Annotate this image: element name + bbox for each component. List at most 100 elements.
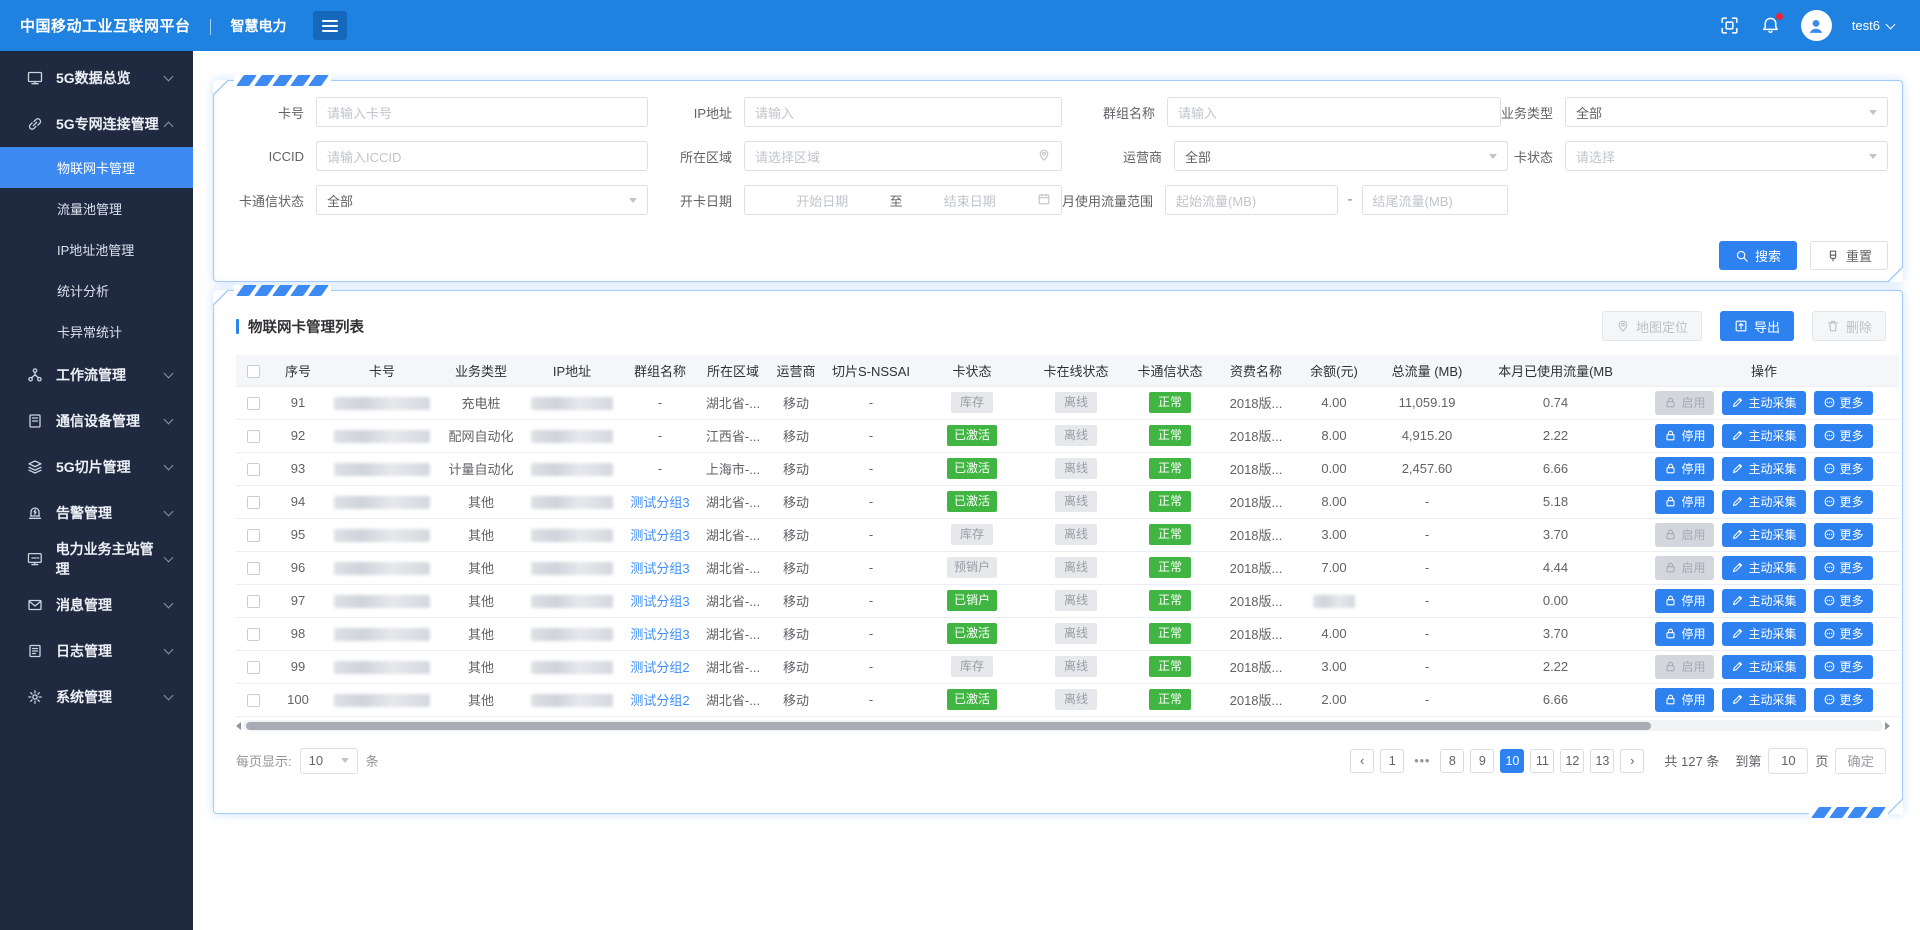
- row-checkbox[interactable]: [247, 562, 260, 575]
- prev-page-button[interactable]: ‹: [1350, 749, 1374, 773]
- sidebar-item-statistics-analysis[interactable]: 统计分析: [0, 270, 193, 311]
- collect-button[interactable]: 主动采集: [1722, 457, 1805, 481]
- region-input[interactable]: 请选择区域: [744, 141, 1062, 171]
- page-button-10[interactable]: 10: [1500, 749, 1524, 773]
- more-button[interactable]: 更多: [1814, 655, 1873, 679]
- toggle-enable-button[interactable]: 启用: [1655, 523, 1714, 547]
- page-button-8[interactable]: 8: [1440, 749, 1464, 773]
- jump-confirm-button[interactable]: 确定: [1835, 748, 1886, 774]
- ip-address-input[interactable]: 请输入: [744, 97, 1062, 127]
- scroll-right-arrow[interactable]: [1885, 722, 1890, 730]
- group-link[interactable]: 测试分组3: [630, 495, 689, 510]
- collect-button[interactable]: 主动采集: [1722, 655, 1805, 679]
- reset-button[interactable]: 重置: [1810, 241, 1888, 270]
- row-checkbox[interactable]: [247, 628, 260, 641]
- collect-button[interactable]: 主动采集: [1722, 622, 1805, 646]
- collect-button[interactable]: 主动采集: [1722, 589, 1805, 613]
- sidebar-item-5g-slice-mgmt[interactable]: 5G切片管理: [0, 444, 193, 490]
- row-checkbox[interactable]: [247, 496, 260, 509]
- group-link[interactable]: 测试分组3: [630, 561, 689, 576]
- group-link[interactable]: 测试分组3: [630, 528, 689, 543]
- next-page-button[interactable]: ›: [1620, 749, 1644, 773]
- export-button[interactable]: 导出: [1720, 311, 1794, 341]
- more-button[interactable]: 更多: [1814, 523, 1873, 547]
- delete-button[interactable]: 删除: [1812, 311, 1886, 341]
- row-checkbox[interactable]: [247, 430, 260, 443]
- more-button[interactable]: 更多: [1814, 457, 1873, 481]
- scrollbar-thumb[interactable]: [246, 722, 1651, 730]
- sidebar-item-system-mgmt[interactable]: 系统管理: [0, 674, 193, 720]
- more-button[interactable]: 更多: [1814, 622, 1873, 646]
- search-button[interactable]: 搜索: [1719, 241, 1797, 270]
- more-button[interactable]: 更多: [1814, 556, 1873, 580]
- page-button-1[interactable]: 1: [1380, 749, 1404, 773]
- collect-button[interactable]: 主动采集: [1722, 556, 1805, 580]
- group-link[interactable]: 测试分组3: [630, 627, 689, 642]
- card-no-input[interactable]: 请输入卡号: [316, 97, 648, 127]
- iccid-input[interactable]: 请输入ICCID: [316, 141, 648, 171]
- toggle-enable-button[interactable]: 停用: [1655, 622, 1714, 646]
- activation-date-daterange[interactable]: 开始日期至结束日期: [744, 185, 1062, 215]
- sidebar-item-ip-pool-mgmt[interactable]: IP地址池管理: [0, 229, 193, 270]
- fullscreen-icon[interactable]: [1719, 15, 1740, 36]
- more-button[interactable]: 更多: [1814, 490, 1873, 514]
- monthly-usage-range-start-input[interactable]: 起始流量(MB): [1165, 185, 1338, 215]
- user-menu[interactable]: test6: [1852, 18, 1894, 33]
- more-button[interactable]: 更多: [1814, 391, 1873, 415]
- collect-button[interactable]: 主动采集: [1722, 688, 1805, 712]
- sidebar-item-workflow-mgmt[interactable]: 工作流管理: [0, 352, 193, 398]
- more-pages-button[interactable]: •••: [1410, 749, 1434, 773]
- sidebar-item-power-master-station[interactable]: 电力业务主站管理: [0, 536, 193, 582]
- user-avatar-icon[interactable]: [1801, 10, 1832, 41]
- sidebar-item-message-mgmt[interactable]: 消息管理: [0, 582, 193, 628]
- carrier-select[interactable]: 全部: [1174, 141, 1508, 171]
- business-type-select[interactable]: 全部: [1565, 97, 1888, 127]
- sidebar-item-5g-data-overview[interactable]: 5G数据总览: [0, 55, 193, 101]
- toggle-enable-button[interactable]: 停用: [1655, 457, 1714, 481]
- row-checkbox[interactable]: [247, 529, 260, 542]
- collect-button[interactable]: 主动采集: [1722, 391, 1805, 415]
- collect-button[interactable]: 主动采集: [1722, 490, 1805, 514]
- page-button-9[interactable]: 9: [1470, 749, 1494, 773]
- bell-icon[interactable]: [1760, 15, 1781, 36]
- row-checkbox[interactable]: [247, 595, 260, 608]
- sidebar-item-5g-private-network[interactable]: 5G专网连接管理: [0, 101, 193, 147]
- card-comm-status-select[interactable]: 全部: [316, 185, 648, 215]
- page-button-13[interactable]: 13: [1590, 749, 1614, 773]
- card-status-select[interactable]: 请选择: [1565, 141, 1888, 171]
- toggle-enable-button[interactable]: 停用: [1655, 424, 1714, 448]
- jump-page-input[interactable]: 10: [1768, 748, 1808, 774]
- page-button-12[interactable]: 12: [1560, 749, 1584, 773]
- row-checkbox[interactable]: [247, 661, 260, 674]
- row-checkbox[interactable]: [247, 397, 260, 410]
- sidebar-item-traffic-pool-mgmt[interactable]: 流量池管理: [0, 188, 193, 229]
- sidebar-item-card-abnormal-stats[interactable]: 卡异常统计: [0, 311, 193, 352]
- group-link[interactable]: 测试分组2: [630, 660, 689, 675]
- sidebar-item-comm-device-mgmt[interactable]: 通信设备管理: [0, 398, 193, 444]
- sidebar-item-log-mgmt[interactable]: 日志管理: [0, 628, 193, 674]
- toggle-enable-button[interactable]: 启用: [1655, 655, 1714, 679]
- scrollbar-track[interactable]: [243, 720, 1883, 731]
- toggle-enable-button[interactable]: 启用: [1655, 391, 1714, 415]
- more-button[interactable]: 更多: [1814, 424, 1873, 448]
- menu-toggle-button[interactable]: [313, 11, 347, 40]
- toggle-enable-button[interactable]: 停用: [1655, 490, 1714, 514]
- group-link[interactable]: 测试分组3: [630, 594, 689, 609]
- row-checkbox[interactable]: [247, 463, 260, 476]
- group-link[interactable]: 测试分组2: [630, 693, 689, 708]
- monthly-usage-range-end-input[interactable]: 结尾流量(MB): [1362, 185, 1508, 215]
- sidebar-item-alarm-mgmt[interactable]: 告警管理: [0, 490, 193, 536]
- toggle-enable-button[interactable]: 停用: [1655, 589, 1714, 613]
- more-button[interactable]: 更多: [1814, 688, 1873, 712]
- more-button[interactable]: 更多: [1814, 589, 1873, 613]
- toggle-enable-button[interactable]: 启用: [1655, 556, 1714, 580]
- collect-button[interactable]: 主动采集: [1722, 523, 1805, 547]
- select-all-checkbox[interactable]: [247, 365, 260, 378]
- group-name-input[interactable]: 请输入: [1167, 97, 1501, 127]
- page-button-11[interactable]: 11: [1530, 749, 1554, 773]
- scroll-left-arrow[interactable]: [236, 722, 241, 730]
- sidebar-item-iot-card-mgmt[interactable]: 物联网卡管理: [0, 147, 193, 188]
- row-checkbox[interactable]: [247, 694, 260, 707]
- page-size-select[interactable]: 10: [300, 748, 358, 774]
- toggle-enable-button[interactable]: 停用: [1655, 688, 1714, 712]
